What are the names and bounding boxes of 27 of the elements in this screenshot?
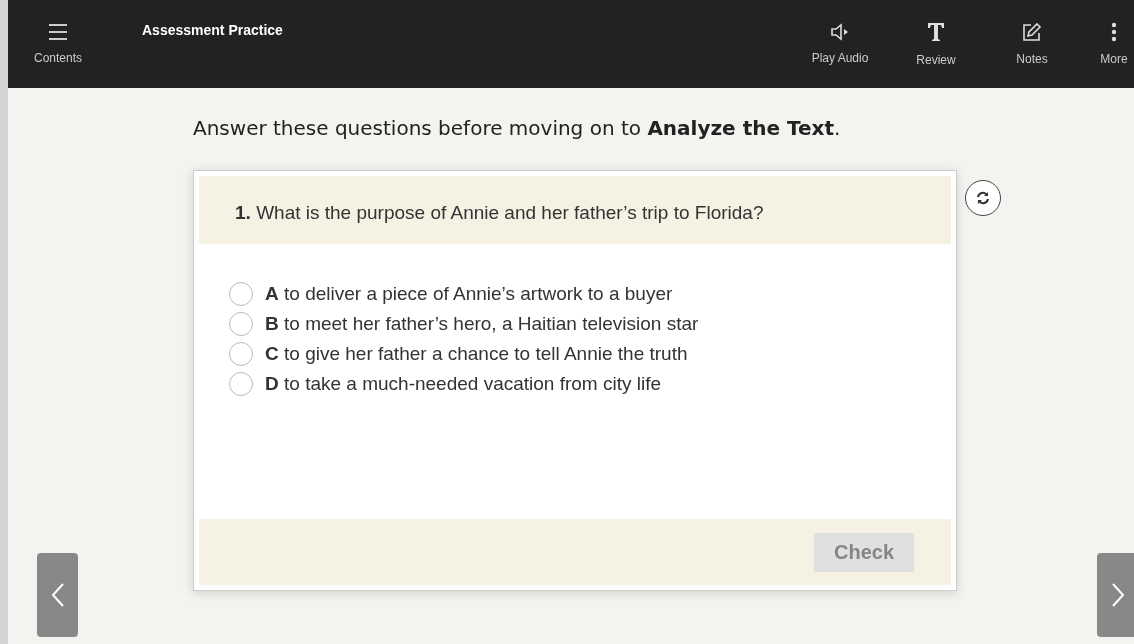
audio-button[interactable]: Play Audio [800,23,880,65]
more-button[interactable]: More [1094,22,1134,66]
refresh-icon [975,190,991,206]
instruction-text: Answer these questions before moving on to Analyze the Text. [193,116,842,140]
radio-button[interactable] [229,372,253,396]
review-button[interactable]: Review [896,21,976,67]
radio-button[interactable] [229,342,253,366]
answer-option[interactable]: D to take a much-needed vacation from city life [229,372,921,396]
answer-option[interactable]: B to meet her father’s hero, a Haitian television star [229,312,921,336]
more-icon [1111,22,1117,42]
letter-t-icon [926,21,946,43]
pencil-icon [1022,22,1042,42]
lesson-title: Assessment Practice [142,22,283,38]
reset-button[interactable] [965,180,1001,216]
radio-button[interactable] [229,282,253,306]
answer-option[interactable]: A to deliver a piece of Annie’s artwork to a buyer [229,282,921,306]
previous-button[interactable] [37,553,78,637]
notes-button[interactable]: Notes [992,22,1072,66]
chevron-left-icon [50,582,65,608]
radio-button[interactable] [229,312,253,336]
chevron-right-icon [1110,582,1125,608]
menu-icon [48,23,68,41]
question-text: 1. What is the purpose of Annie and her father’s trip to Florida? [235,201,765,225]
next-button[interactable] [1097,553,1134,637]
speaker-icon [830,23,850,41]
contents-button[interactable]: Contents [20,23,96,65]
answer-option[interactable]: C to give her father a chance to tell Annie the truth [229,342,921,366]
